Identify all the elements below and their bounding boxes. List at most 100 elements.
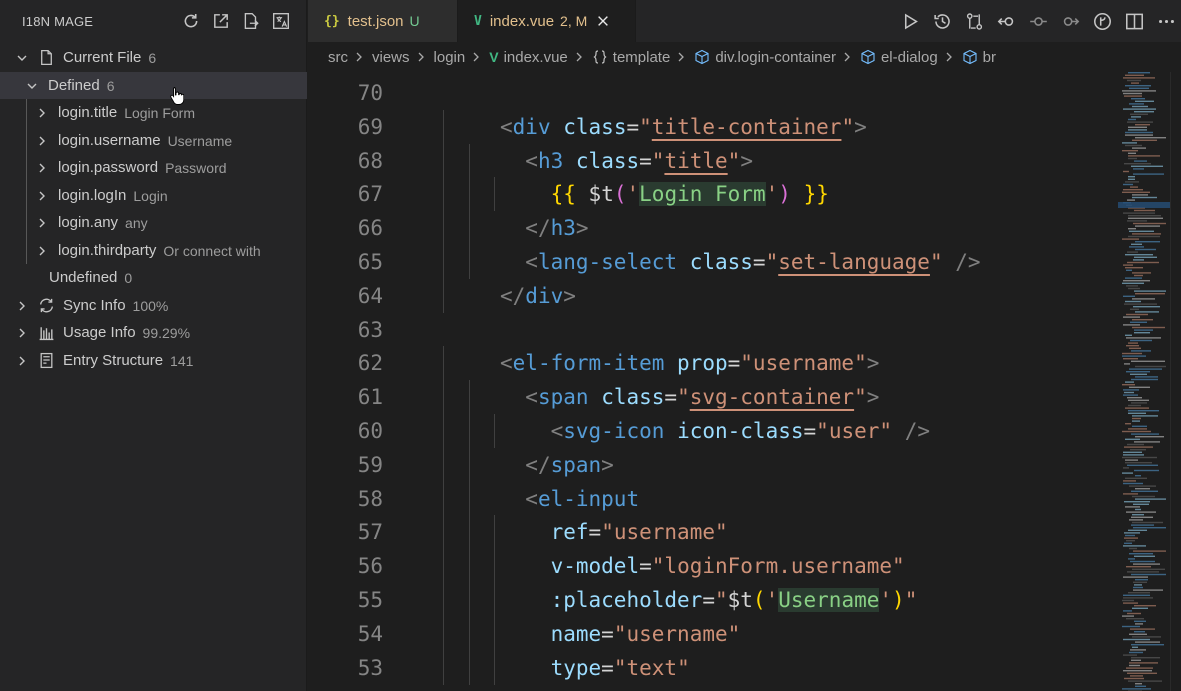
tree-item-entry[interactable]: login.title Login Form	[0, 99, 307, 126]
bar-chart-icon	[37, 324, 55, 342]
minimap-line	[1134, 209, 1155, 212]
code-line[interactable]: 59 </span>	[308, 447, 1114, 482]
close-icon[interactable]	[595, 13, 611, 29]
minimap-line	[1123, 389, 1139, 391]
code-line[interactable]: 63	[308, 313, 1114, 347]
breadcrumb-item[interactable]: div.login-container	[694, 49, 836, 66]
entry-key: login.title	[58, 104, 118, 121]
breadcrumb-label: el-dialog	[880, 48, 938, 66]
code-line[interactable]: 69 <div class="title-container">	[308, 109, 1114, 144]
code-editor[interactable]: 70 69 <div class="title-container"> 68 <h3 c…	[308, 72, 1114, 691]
open-external-icon[interactable]	[210, 10, 232, 32]
breadcrumb-item[interactable]: template	[592, 48, 671, 66]
tree-item-sync-info[interactable]: Sync Info 100%	[0, 292, 307, 319]
minimap-line	[1127, 79, 1141, 82]
line-number: 63	[357, 317, 383, 342]
split-editor-icon[interactable]	[1123, 10, 1145, 32]
refresh-icon[interactable]	[180, 10, 202, 32]
code-text: {{ $t('Login Form') }}	[550, 182, 829, 207]
minimap-line	[1123, 264, 1133, 266]
code-line[interactable]: 67 {{ $t('Login Form') }}	[308, 177, 1114, 212]
chevron-right-icon	[15, 299, 29, 313]
minimap[interactable]	[1118, 72, 1170, 691]
breadcrumb-item[interactable]: login	[434, 49, 466, 66]
commit-icon[interactable]	[1027, 10, 1049, 32]
run-icon[interactable]	[899, 10, 921, 32]
editor-area: {} test.json U V index.vue 2, M src view…	[308, 0, 1181, 691]
minimap-line	[1133, 586, 1143, 589]
code-line[interactable]: 60 <svg-icon icon-class="user" />	[308, 414, 1114, 448]
line-number: 62	[357, 351, 383, 376]
tree-item-entry[interactable]: login.thirdparty Or connect with	[0, 237, 307, 264]
minimap-line	[1132, 319, 1153, 321]
tree-item-current-file[interactable]: Current File 6	[0, 44, 307, 71]
tree-item-entry[interactable]: login.username Username	[0, 127, 307, 154]
timeline-icon[interactable]	[931, 10, 953, 32]
minimap-line	[1123, 324, 1140, 326]
tree-item-undefined[interactable]: Undefined 0	[0, 264, 307, 291]
vue-file-icon: V	[489, 49, 499, 65]
vertical-scrollbar[interactable]	[1170, 72, 1181, 691]
translate-icon[interactable]	[270, 10, 292, 32]
tree-item-entry[interactable]: login.logIn Login	[0, 182, 307, 209]
code-line[interactable]: 70	[308, 76, 1114, 110]
git-graph-icon[interactable]	[1091, 10, 1113, 32]
minimap-line	[1132, 514, 1144, 516]
tree-item-entry[interactable]: login.any any	[0, 209, 307, 236]
code-line[interactable]: 64 </div>	[308, 278, 1114, 313]
chevron-right-icon	[15, 354, 29, 368]
tree-item-usage-info[interactable]: Usage Info 99.29%	[0, 319, 307, 346]
code-line[interactable]: 68 <h3 class="title">	[308, 143, 1114, 178]
minimap-line	[1127, 261, 1159, 264]
line-number: 60	[357, 419, 383, 443]
breadcrumb-item[interactable]: src	[328, 49, 348, 66]
breadcrumb-item[interactable]: views	[372, 49, 410, 66]
code-line[interactable]: 62 <el-form-item prop="username">	[308, 346, 1114, 381]
minimap-line	[1123, 602, 1138, 604]
line-number: 65	[357, 250, 383, 274]
code-line[interactable]: 61 <span class="svg-container">	[308, 380, 1114, 415]
minimap-line	[1135, 685, 1146, 687]
code-line[interactable]: 53 type="text"	[308, 650, 1114, 685]
go-back-icon[interactable]	[995, 10, 1017, 32]
hand-cursor-icon	[170, 87, 184, 105]
go-forward-icon[interactable]	[1059, 10, 1081, 32]
export-file-icon[interactable]	[240, 10, 262, 32]
tree-item-entry[interactable]: login.password Password	[0, 154, 307, 181]
code-line[interactable]: 66 </h3>	[308, 211, 1114, 246]
tab-index-vue[interactable]: V index.vue 2, M	[458, 0, 636, 42]
code-line[interactable]: 54 name="username"	[308, 616, 1114, 651]
breadcrumb-item[interactable]: br	[962, 49, 996, 66]
more-icon[interactable]	[1155, 10, 1177, 32]
minimap-line	[1131, 116, 1141, 118]
chevron-right-icon	[35, 189, 49, 203]
indent-guide	[443, 481, 445, 516]
tree-item-defined[interactable]: Defined 6	[0, 72, 307, 99]
minimap-line	[1129, 246, 1144, 248]
minimap-line	[1127, 199, 1135, 201]
code-line[interactable]: 56 v-model="loginForm.username"	[308, 549, 1114, 584]
line-number: 69	[357, 114, 383, 139]
code-line[interactable]: 58 <el-input	[308, 481, 1114, 516]
compare-changes-icon[interactable]	[963, 10, 985, 32]
tree-item-value: 99.29%	[142, 324, 191, 341]
breadcrumb-item[interactable]: Vindex.vue	[489, 49, 568, 66]
minimap-line	[1127, 220, 1147, 222]
tab-test-json[interactable]: {} test.json U	[308, 0, 458, 42]
code-line[interactable]: 65 <lang-select class="set-language" />	[308, 245, 1114, 279]
minimap-line	[1132, 196, 1157, 199]
minimap-line	[1132, 425, 1147, 427]
code-line[interactable]: 57 ref="username"	[308, 515, 1114, 550]
minimap-line	[1135, 100, 1154, 102]
minimap-line	[1129, 519, 1143, 521]
minimap-line	[1133, 222, 1166, 225]
minimap-line	[1128, 176, 1135, 178]
breadcrumb-item[interactable]: el-dialog	[860, 49, 938, 66]
tree-item-entry-structure[interactable]: Entry Structure 141	[0, 347, 307, 374]
indent-guide	[443, 447, 445, 482]
minimap-line	[1130, 373, 1147, 375]
code-line[interactable]: 55:placeholder="$t('Username')"	[308, 583, 1114, 617]
breadcrumb-label: template	[612, 48, 671, 66]
minimap-line	[1124, 677, 1144, 680]
sidebar-header: I18N MAGE	[0, 0, 306, 42]
